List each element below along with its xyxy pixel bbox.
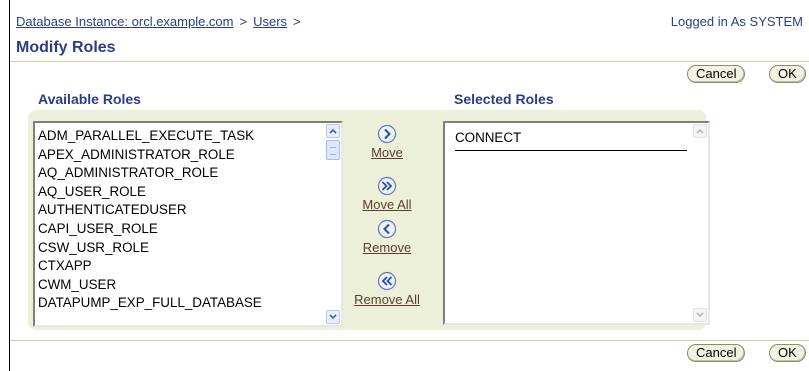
- selected-roles-listbox[interactable]: CONNECT: [443, 121, 710, 325]
- available-roles-label: Available Roles: [38, 91, 141, 107]
- move-right-icon[interactable]: [377, 124, 397, 144]
- scroll-thumb[interactable]: [326, 140, 340, 160]
- cancel-button[interactable]: Cancel: [687, 65, 746, 83]
- move-all-right-icon[interactable]: [377, 176, 397, 196]
- login-status: Logged in As SYSTEM: [670, 14, 803, 29]
- page-title: Modify Roles: [16, 39, 116, 56]
- breadcrumb-users-link[interactable]: Users: [253, 14, 287, 29]
- scroll-down-button[interactable]: [693, 308, 707, 322]
- list-item[interactable]: AQ_ADMINISTRATOR_ROLE: [38, 164, 321, 183]
- scroll-down-button[interactable]: [326, 310, 340, 324]
- ok-button[interactable]: OK: [769, 65, 806, 83]
- title-divider: [10, 61, 809, 62]
- available-roles-listbox[interactable]: ADM_PARALLEL_EXECUTE_TASK APEX_ADMINISTR…: [33, 121, 343, 327]
- move-link[interactable]: Move: [371, 145, 403, 160]
- list-item[interactable]: CWM_USER: [38, 276, 321, 295]
- breadcrumb-separator: >: [239, 14, 248, 29]
- remove-control: Remove: [343, 219, 431, 257]
- move-all-control: Move All: [343, 176, 431, 214]
- chevron-up-icon: [329, 128, 337, 134]
- list-item[interactable]: AUTHENTICATEDUSER: [38, 201, 321, 220]
- chevron-up-icon: [696, 128, 704, 134]
- list-item[interactable]: DATAPUMP_EXP_FULL_DATABASE: [38, 294, 321, 313]
- move-all-link[interactable]: Move All: [362, 197, 411, 212]
- list-item[interactable]: ADM_PARALLEL_EXECUTE_TASK: [38, 127, 321, 146]
- breadcrumb-database-instance-link[interactable]: Database Instance: orcl.example.com: [16, 14, 234, 29]
- scroll-up-button[interactable]: [693, 124, 707, 138]
- move-left-icon[interactable]: [377, 219, 397, 239]
- bottom-divider: [10, 340, 809, 341]
- list-item[interactable]: CAPI_USER_ROLE: [38, 220, 321, 239]
- chevron-down-icon: [329, 314, 337, 320]
- scroll-up-button[interactable]: [326, 124, 340, 138]
- breadcrumb-separator: >: [293, 14, 301, 29]
- selected-roles-items: CONNECT: [455, 129, 687, 151]
- list-item[interactable]: CTXAPP: [38, 257, 321, 276]
- available-roles-scrollbar[interactable]: [325, 123, 341, 325]
- chevron-down-icon: [696, 312, 704, 318]
- breadcrumb: Database Instance: orcl.example.com > User…: [16, 14, 307, 29]
- remove-all-control: Remove All: [343, 271, 431, 309]
- selected-list-divider: [455, 150, 687, 151]
- move-control: Move: [343, 124, 431, 162]
- available-roles-items: ADM_PARALLEL_EXECUTE_TASK APEX_ADMINISTR…: [38, 127, 321, 313]
- remove-link[interactable]: Remove: [363, 240, 411, 255]
- ok-button[interactable]: OK: [769, 344, 806, 362]
- remove-all-link[interactable]: Remove All: [354, 292, 420, 307]
- list-item[interactable]: AQ_USER_ROLE: [38, 183, 321, 202]
- list-item[interactable]: CONNECT: [455, 129, 687, 147]
- list-item[interactable]: CSW_USR_ROLE: [38, 239, 321, 258]
- selected-roles-scrollbar[interactable]: [692, 123, 708, 323]
- move-all-left-icon[interactable]: [377, 271, 397, 291]
- cancel-button[interactable]: Cancel: [687, 344, 746, 362]
- page-frame: Database Instance: orcl.example.com > User…: [9, 0, 809, 371]
- selected-roles-label: Selected Roles: [454, 91, 554, 107]
- list-item[interactable]: APEX_ADMINISTRATOR_ROLE: [38, 146, 321, 165]
